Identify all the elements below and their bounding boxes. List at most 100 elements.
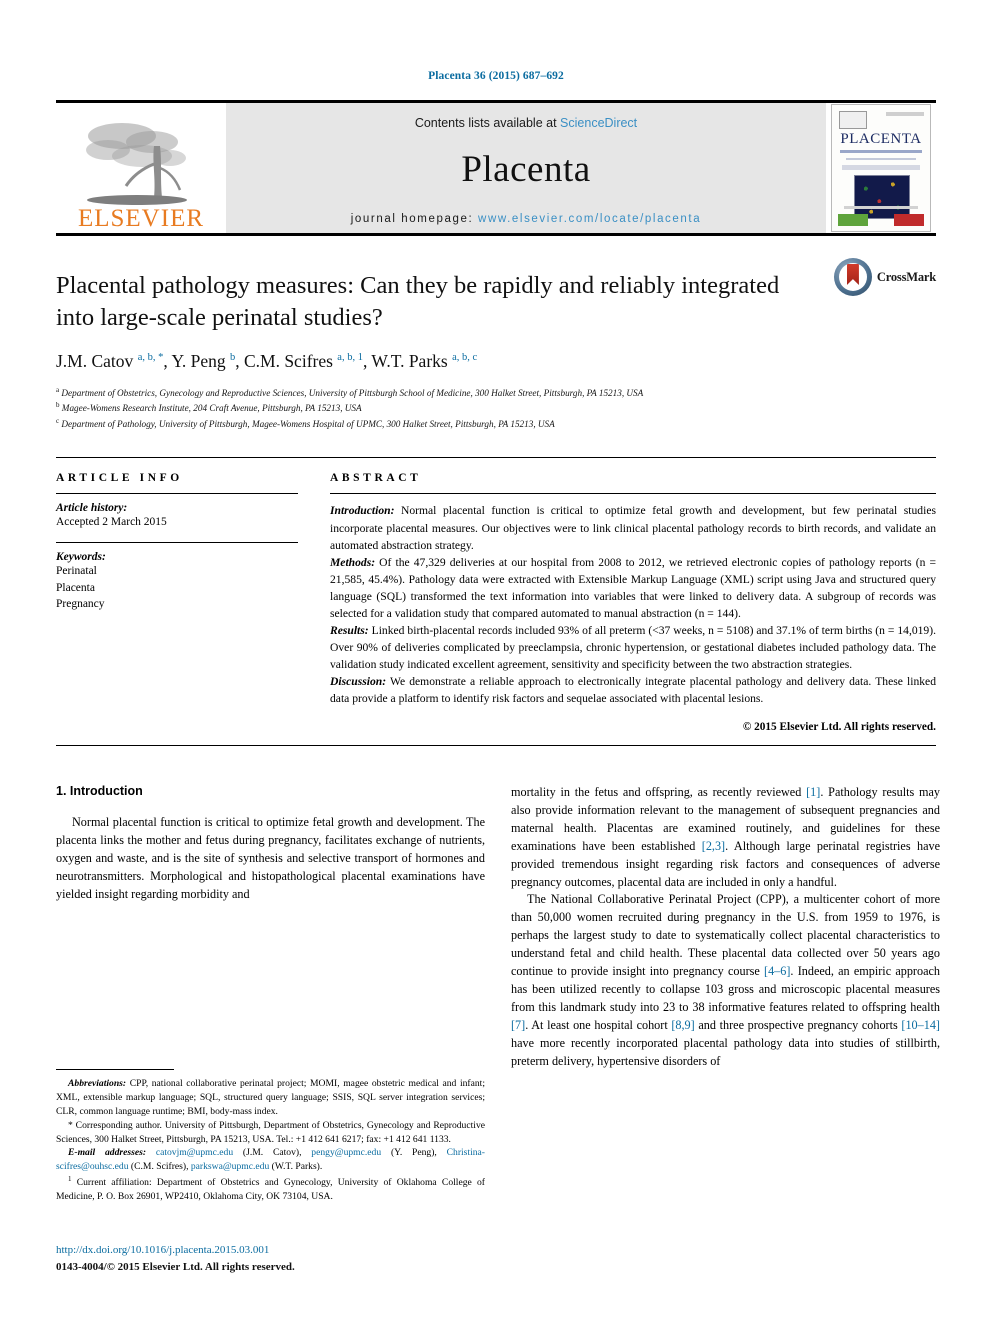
body-text-left: Normal placental function is critical to… (56, 814, 485, 904)
cover-footer-bar (844, 206, 918, 209)
corresponding-text: Corresponding author. University of Pitt… (56, 1119, 485, 1145)
current-affiliation-text: Current affiliation: Department of Obste… (56, 1177, 485, 1203)
homepage-url-link[interactable]: www.elsevier.com/locate/placenta (478, 213, 701, 225)
abstract-copyright: © 2015 Elsevier Ltd. All rights reserved… (742, 720, 936, 733)
section-heading-introduction: 1. Introduction (56, 783, 143, 798)
citation-ref[interactable]: [8,9] (671, 1018, 694, 1032)
abstract-section-text: Linked birth-placental records included … (330, 623, 936, 671)
footnote-abbreviations: Abbreviations: CPP, national collaborati… (56, 1077, 485, 1118)
abstract-section: Discussion: We demonstrate a reliable ap… (330, 673, 936, 707)
cover-badge-left (838, 214, 868, 226)
article-info-rule (56, 493, 298, 495)
body-column-left: 1. Introduction Normal placental functio… (56, 784, 485, 1204)
affiliation-list: a Department of Obstetrics, Gynecology a… (56, 385, 936, 432)
cover-subtitle-bar-2 (846, 158, 916, 160)
citation-ref[interactable]: [4–6] (764, 964, 790, 978)
footnote-rule (56, 1069, 174, 1071)
article-page: Placenta 36 (2015) 687–692 ELSEVIER Cont… (0, 0, 992, 1323)
keyword-item: Pregnancy (56, 598, 105, 611)
doi-footer: http://dx.doi.org/10.1016/j.placenta.201… (56, 1242, 295, 1275)
author-list: J.M. Catov a, b, *, Y. Peng b, C.M. Scif… (56, 350, 478, 371)
affiliation-item: c Department of Pathology, University of… (56, 416, 936, 432)
abstract-body: Introduction: Normal placental function … (330, 502, 936, 706)
citation-ref[interactable]: [10–14] (901, 1018, 940, 1032)
journal-title: Placenta (461, 148, 591, 190)
abstract-section: Introduction: Normal placental function … (330, 502, 936, 553)
email-owner: (Y. Peng) (390, 1147, 435, 1159)
body-column-right: mortality in the fetus and offspring, as… (511, 784, 940, 1204)
contents-available-line: Contents lists available at ScienceDirec… (415, 116, 637, 130)
title-block: CrossMark Placental pathology measures: … (56, 233, 936, 431)
article-info-heading: ARTICLE INFO (56, 472, 183, 485)
email-owner: (W.T. Parks) (271, 1161, 320, 1173)
affiliation-mark: b (56, 401, 60, 410)
crossmark-badge[interactable]: CrossMark (833, 258, 936, 296)
crossmark-icon (833, 258, 872, 296)
footnote-current-affiliation: 1 Current affiliation: Department of Obs… (56, 1174, 485, 1204)
abbreviations-label: Abbreviations: (68, 1078, 127, 1090)
cover-badge-right (894, 214, 924, 226)
paragraph: mortality in the fetus and offspring, as… (511, 784, 941, 889)
keyword-item: Placenta (56, 581, 95, 594)
citation-ref[interactable]: [7] (511, 1018, 525, 1032)
footnote-block: Abbreviations: CPP, national collaborati… (56, 1069, 485, 1204)
page-title: Placental pathology measures: Can they b… (56, 272, 780, 331)
footnote-emails: E-mail addresses: catovjm@upmc.edu (J.M.… (56, 1147, 485, 1173)
cover-publisher-mark (839, 111, 867, 129)
affiliation-item: a Department of Obstetrics, Gynecology a… (56, 385, 936, 401)
abstract-section: Methods: Of the 47,329 deliveries at our… (330, 554, 936, 622)
journal-banner: Contents lists available at ScienceDirec… (226, 103, 826, 233)
abstract-section-label: Results: (330, 623, 369, 637)
abstract-heading: ABSTRACT (330, 472, 422, 485)
affiliation-text: Magee-Womens Research Institute, 204 Cra… (61, 403, 362, 414)
cover-journal-title: PLACENTA (840, 131, 922, 147)
abstract-section-label: Discussion: (330, 674, 387, 688)
homepage-prefix: journal homepage: (350, 212, 474, 225)
journal-cover-thumbnail: PLACENTA (826, 103, 936, 233)
abstract-section-text: Normal placental function is critical to… (330, 504, 936, 552)
cover-subtitle-bar (840, 150, 922, 153)
abstract-bottom-rule (56, 744, 936, 746)
crossmark-label: CrossMark (876, 269, 936, 284)
cover-subtitle-bar-3 (842, 165, 920, 170)
citation-ref[interactable]: [2,3] (702, 839, 725, 853)
abstract-section-label: Methods: (330, 555, 376, 569)
affiliation-text: Department of Obstetrics, Gynecology and… (61, 387, 644, 398)
abstract-section: Results: Linked birth-placental records … (330, 622, 936, 673)
issn-copyright-line: 0143-4004/© 2015 Elsevier Ltd. All right… (56, 1260, 295, 1273)
email-link[interactable]: parkswa@upmc.edu (191, 1161, 269, 1172)
cover-image: PLACENTA (831, 104, 931, 232)
elsevier-wordmark: ELSEVIER (77, 205, 205, 232)
journal-homepage-line: journal homepage: www.elsevier.com/locat… (351, 213, 701, 225)
contents-prefix: Contents lists available at (414, 115, 557, 130)
running-head: Placenta 36 (2015) 687–692 (428, 70, 564, 82)
keyword-item: Perinatal (56, 565, 97, 578)
affiliation-mark: a (56, 385, 60, 394)
journal-masthead: ELSEVIER Contents lists available at Sci… (56, 100, 936, 233)
affiliation-item: b Magee-Womens Research Institute, 204 C… (56, 400, 936, 416)
cover-issue-line (886, 112, 924, 116)
article-history-value: Accepted 2 March 2015 (56, 516, 167, 529)
email-owner: (C.M. Scifres) (130, 1161, 187, 1173)
article-history-label: Article history: (56, 502, 128, 515)
email-link[interactable]: catovjm@upmc.edu (156, 1147, 233, 1158)
publisher-logo: ELSEVIER (56, 103, 226, 233)
body-columns: 1. Introduction Normal placental functio… (56, 784, 940, 1204)
article-info-column: ARTICLE INFO Article history: Accepted 2… (56, 472, 298, 732)
sciencedirect-link[interactable]: ScienceDirect (560, 116, 637, 130)
elsevier-tree-icon (82, 116, 200, 208)
citation-ref[interactable]: [1] (806, 785, 820, 799)
abstract-column: ABSTRACT Introduction: Normal placental … (330, 472, 936, 733)
paragraph: Normal placental function is critical to… (56, 814, 485, 901)
footnote-corresponding-author: * Corresponding author. University of Pi… (56, 1119, 485, 1147)
abstract-section-label: Introduction: (330, 504, 395, 518)
info-abstract-region: ARTICLE INFO Article history: Accepted 2… (56, 457, 936, 733)
affiliation-mark: c (56, 416, 60, 425)
keywords-rule (56, 542, 298, 544)
email-link[interactable]: pengy@upmc.edu (311, 1147, 381, 1158)
doi-link[interactable]: http://dx.doi.org/10.1016/j.placenta.201… (56, 1242, 295, 1259)
email-owner: (J.M. Catov) (242, 1147, 300, 1159)
abstract-section-text: We demonstrate a reliable approach to el… (330, 674, 936, 705)
paragraph: The National Collaborative Perinatal Pro… (511, 892, 940, 1068)
body-text-right: mortality in the fetus and offspring, as… (511, 784, 940, 1071)
